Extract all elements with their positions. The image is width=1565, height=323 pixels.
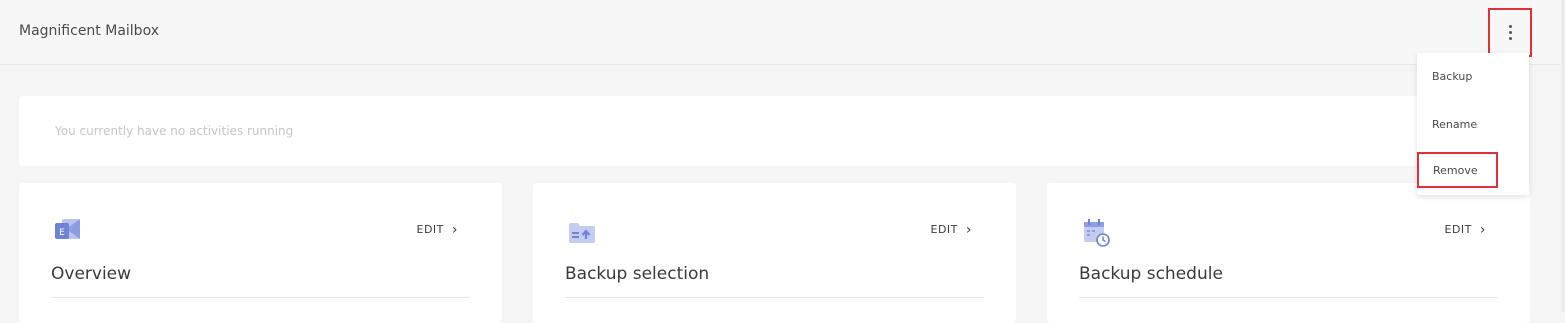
folder-upload-icon xyxy=(567,217,597,247)
backup-schedule-edit-button[interactable]: EDIT › xyxy=(1444,221,1487,238)
divider xyxy=(1079,297,1498,298)
backup-selection-edit-button[interactable]: EDIT › xyxy=(930,221,973,238)
activity-panel: You currently have no activities running xyxy=(19,96,1529,166)
chevron-right-icon: › xyxy=(451,221,458,238)
menu-item-backup[interactable]: Backup xyxy=(1417,58,1529,94)
calendar-clock-icon xyxy=(1081,217,1111,247)
backup-schedule-card: EDIT › Backup schedule xyxy=(1047,183,1530,323)
edit-label: EDIT xyxy=(930,223,958,236)
divider xyxy=(565,297,984,298)
menu-item-label: Remove xyxy=(1433,163,1478,177)
divider xyxy=(51,297,470,298)
scrollbar[interactable] xyxy=(1561,0,1565,312)
more-options-menu: Backup Rename Remove xyxy=(1417,53,1529,195)
card-title: Overview xyxy=(51,264,132,284)
overview-card: E EDIT › Overview xyxy=(19,183,502,323)
activity-message: You currently have no activities running xyxy=(55,124,294,138)
svg-text:E: E xyxy=(59,228,65,238)
chevron-right-icon: › xyxy=(1479,221,1486,238)
more-vertical-icon xyxy=(1508,25,1512,40)
overview-edit-button[interactable]: EDIT › xyxy=(416,221,459,238)
backup-selection-card: EDIT › Backup selection xyxy=(533,183,1016,323)
page-title: Magnificent Mailbox xyxy=(19,23,159,39)
menu-item-remove[interactable]: Remove xyxy=(1417,152,1498,188)
more-options-button[interactable] xyxy=(1488,8,1532,57)
exchange-mailbox-icon: E xyxy=(53,217,83,247)
card-title: Backup schedule xyxy=(1079,264,1223,284)
chevron-right-icon: › xyxy=(965,221,972,238)
card-title: Backup selection xyxy=(565,264,710,284)
top-bar: Magnificent Mailbox xyxy=(0,0,1565,65)
edit-label: EDIT xyxy=(1444,223,1472,236)
menu-item-label: Backup xyxy=(1432,69,1473,83)
menu-item-rename[interactable]: Rename xyxy=(1417,106,1529,142)
edit-label: EDIT xyxy=(416,223,444,236)
menu-item-label: Rename xyxy=(1432,117,1478,131)
